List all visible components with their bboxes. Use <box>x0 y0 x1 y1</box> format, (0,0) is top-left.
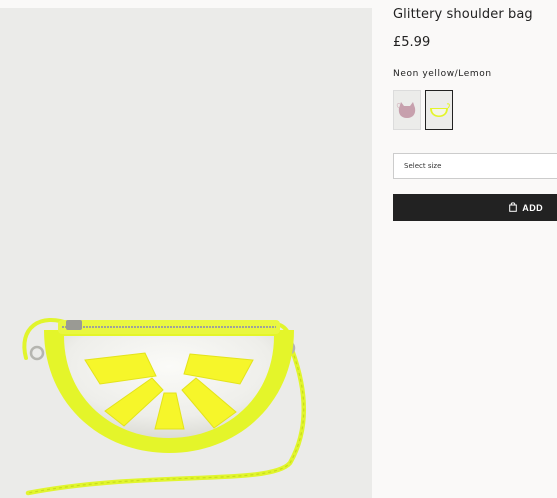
zipper-pull <box>66 320 82 330</box>
add-button-label: ADD <box>522 202 543 213</box>
lemon-bag-thumbnail <box>430 103 450 117</box>
product-image <box>0 8 372 498</box>
product-info-panel: Glittery shoulder bag £5.99 Neon yellow/… <box>393 0 557 498</box>
add-to-bag-button[interactable]: ADD <box>393 194 557 221</box>
swatch-pink-cat[interactable] <box>393 90 421 130</box>
left-ring <box>29 345 45 361</box>
product-page: Glittery shoulder bag £5.99 Neon yellow/… <box>0 0 557 498</box>
lemon-bag-illustration <box>22 318 306 496</box>
product-price: £5.99 <box>393 35 431 50</box>
shopping-bag-icon <box>509 201 518 214</box>
product-title: Glittery shoulder bag <box>393 7 533 22</box>
swatch-neon-yellow-lemon[interactable] <box>425 90 453 130</box>
selected-color-name: Neon yellow/Lemon <box>393 69 492 79</box>
color-swatches <box>393 90 453 130</box>
size-select[interactable]: Select size <box>393 153 557 179</box>
pink-cat-bag-thumbnail <box>396 102 416 118</box>
